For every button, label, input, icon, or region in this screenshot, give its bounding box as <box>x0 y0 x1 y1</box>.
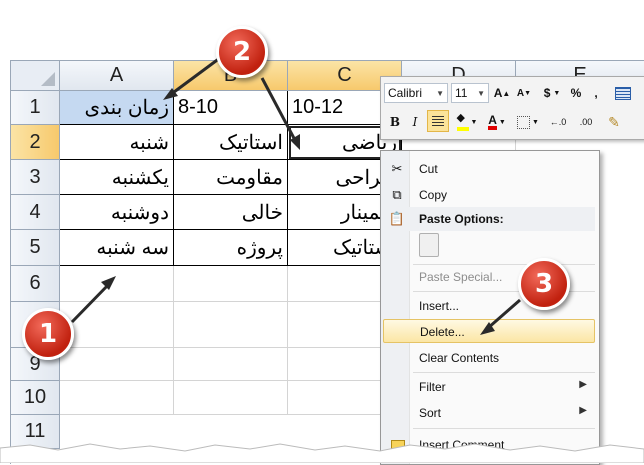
align-center-icon <box>432 116 444 126</box>
select-all-corner[interactable] <box>11 61 60 91</box>
chevron-down-icon: ▼ <box>477 88 485 98</box>
row-header-6[interactable]: 6 <box>11 266 60 302</box>
fill-color-button[interactable]: ◆ ▼ <box>453 111 481 133</box>
cell-b9[interactable] <box>174 348 288 381</box>
menu-item-cut[interactable]: ✂ Cut <box>383 157 595 181</box>
merge-cells-icon <box>615 86 631 100</box>
submenu-arrow-icon: ▶ <box>579 379 587 390</box>
cell-a5[interactable]: سه شنبه <box>60 230 174 266</box>
menu-separator <box>413 372 595 373</box>
menu-item-sort[interactable]: Sort ▶ <box>383 401 595 425</box>
cell-b4[interactable]: خالی <box>174 195 288 230</box>
grow-font-icon: A <box>493 86 503 100</box>
fill-bucket-icon: ◆ <box>456 113 469 131</box>
cell-a7[interactable] <box>60 302 174 348</box>
percent-button[interactable]: % <box>567 82 585 104</box>
cell-b3[interactable]: مقاومت <box>174 160 288 195</box>
delete-label: Delete... <box>420 325 465 339</box>
borders-button[interactable]: ▼ <box>515 111 541 133</box>
font-name-value: Calibri <box>388 86 423 100</box>
step-marker-3: 3 <box>518 258 570 310</box>
menu-separator <box>413 428 595 429</box>
comma-style-button[interactable]: , <box>588 82 604 104</box>
row-header-4[interactable]: 4 <box>11 195 60 230</box>
cell-a2[interactable]: شنبه <box>60 125 174 160</box>
increase-decimal-button[interactable]: ←.0 <box>545 111 571 133</box>
grow-font-button[interactable]: A ▲ <box>492 82 512 104</box>
paste-special-label: Paste Special... <box>419 270 503 284</box>
currency-icon: $ <box>543 86 551 100</box>
cell-a10[interactable] <box>60 381 174 415</box>
borders-icon <box>517 115 531 129</box>
clear-contents-label: Clear Contents <box>419 351 500 365</box>
font-color-button[interactable]: A ▼ <box>483 111 511 133</box>
cell-a3[interactable]: یکشنبه <box>60 160 174 195</box>
cell-b10[interactable] <box>174 381 288 415</box>
font-color-icon: A <box>488 114 497 130</box>
torn-edge-decoration <box>0 443 644 463</box>
menu-item-clear-contents[interactable]: Clear Contents <box>383 346 595 370</box>
align-center-button[interactable] <box>427 110 449 132</box>
step-marker-2: 2 <box>216 26 268 78</box>
paste-options-label: Paste Options: <box>419 212 504 226</box>
font-name-dropdown[interactable]: Calibri ▼ <box>384 83 448 103</box>
row-header-2[interactable]: 2 <box>11 125 60 160</box>
cell-a9[interactable] <box>60 348 174 381</box>
cell-a1[interactable]: زمان بندی <box>60 91 174 125</box>
currency-button[interactable]: $ ▼ <box>540 82 564 104</box>
mini-toolbar: Calibri ▼ 11 ▼ A ▲ A ▼ $ ▼ % , B I ◆ ▼ A ▼ ▼ … <box>380 76 644 140</box>
font-size-dropdown[interactable]: 11 ▼ <box>451 83 489 103</box>
insert-label: Insert... <box>419 299 460 313</box>
cell-b6[interactable] <box>174 266 288 302</box>
cell-b5[interactable]: پروژه <box>174 230 288 266</box>
cell-b1[interactable]: 8-10 <box>174 91 288 125</box>
paste-option-default[interactable] <box>383 231 595 261</box>
scissors-icon: ✂ <box>391 161 403 176</box>
row-header-3[interactable]: 3 <box>11 160 60 195</box>
filter-label: Filter <box>419 380 446 394</box>
column-header-a[interactable]: A <box>60 61 174 91</box>
cell-a6[interactable] <box>60 266 174 302</box>
cut-label: Cut <box>419 162 438 176</box>
menu-item-filter[interactable]: Filter ▶ <box>383 375 595 399</box>
font-size-value: 11 <box>455 86 468 100</box>
cell-a4[interactable]: دوشنبه <box>60 195 174 230</box>
context-menu: ✂ Cut ⧉ Copy 📋 Paste Options: Paste Spec… <box>380 150 600 465</box>
chevron-down-icon: ▼ <box>436 88 444 98</box>
step-marker-1: 1 <box>22 308 74 360</box>
menu-item-copy[interactable]: ⧉ Copy <box>383 183 595 207</box>
copy-icon: ⧉ <box>392 187 402 202</box>
bold-button[interactable]: B <box>386 111 404 133</box>
row-header-10[interactable]: 10 <box>11 381 60 415</box>
format-painter-icon[interactable]: ✎ <box>603 111 625 133</box>
submenu-arrow-icon: ▶ <box>579 405 587 416</box>
cell-b7[interactable] <box>174 302 288 348</box>
row-header-1[interactable]: 1 <box>11 91 60 125</box>
paste-options-header: 📋 Paste Options: <box>383 207 595 231</box>
row-header-5[interactable]: 5 <box>11 230 60 266</box>
shrink-font-icon: A <box>516 87 525 99</box>
merge-center-button[interactable] <box>611 82 635 104</box>
cell-b2[interactable]: استاتیک <box>174 125 288 160</box>
italic-button[interactable]: I <box>406 111 424 133</box>
paste-icon <box>419 233 439 257</box>
clipboard-icon: 📋 <box>388 211 406 226</box>
sort-label: Sort <box>419 406 442 420</box>
copy-label: Copy <box>419 188 448 202</box>
menu-item-delete[interactable]: Delete... <box>383 319 595 343</box>
decrease-decimal-button[interactable]: .00 <box>574 111 598 133</box>
shrink-font-button[interactable]: A ▼ <box>514 82 534 104</box>
